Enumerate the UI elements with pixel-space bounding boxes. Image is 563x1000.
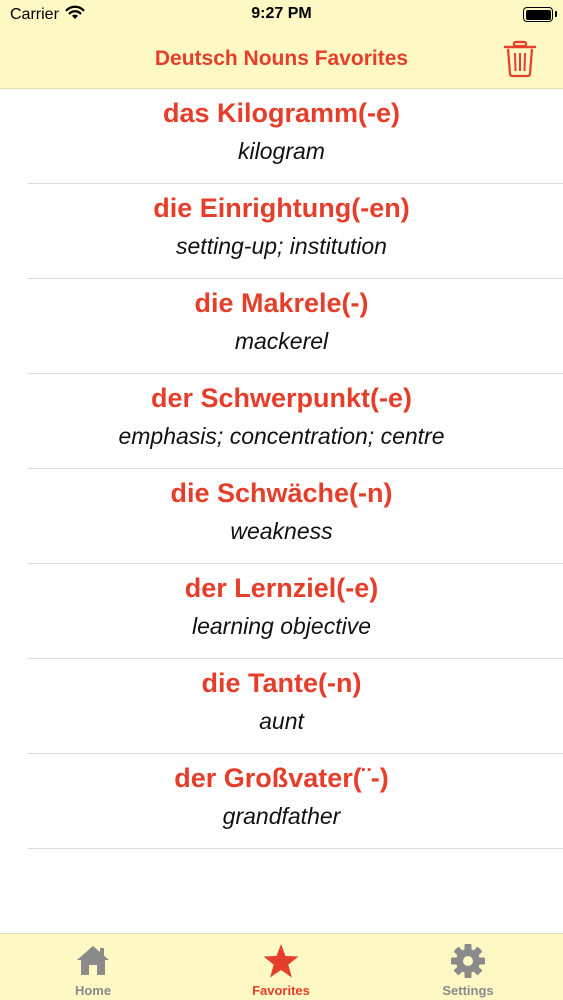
noun-term: der Schwerpunkt(-e) [150, 383, 413, 413]
tab-settings-label: Settings [442, 983, 494, 998]
battery-level [525, 9, 551, 20]
noun-term: der Lernziel(-e) [184, 573, 379, 603]
noun-term: die Schwäche(-n) [170, 478, 393, 508]
list-item[interactable]: die Einrightung(-en) setting-up; institu… [0, 184, 563, 279]
trash-icon [503, 40, 537, 82]
noun-term: die Tante(-n) [201, 668, 362, 698]
list-item[interactable]: der Schwerpunkt(-e) emphasis; concentrat… [0, 374, 563, 469]
favorites-screen: Carrier 9:27 PM Deutsch Nouns Favorites [0, 0, 563, 1000]
list-item[interactable]: der Lernziel(-e) learning objective [0, 564, 563, 659]
tab-favorites[interactable]: Favorites [211, 934, 351, 1000]
navigation-bar: Deutsch Nouns Favorites [0, 30, 563, 89]
list-item[interactable]: das Kilogramm(-e) kilogram [0, 89, 563, 184]
list-item[interactable]: die Makrele(-) mackerel [0, 279, 563, 374]
noun-term: das Kilogramm(-e) [162, 98, 401, 128]
tab-bar: Home Favorites Settings [0, 933, 563, 1000]
battery-tip [555, 11, 557, 17]
list-item[interactable]: der Großvater(¨-) grandfather [0, 754, 563, 849]
list-item[interactable]: die Tante(-n) aunt [0, 659, 563, 754]
noun-translation: emphasis; concentration; centre [118, 423, 445, 449]
battery-icon [523, 7, 553, 22]
tab-favorites-label: Favorites [252, 983, 310, 998]
noun-translation: weakness [230, 518, 333, 544]
gear-icon [450, 943, 486, 984]
noun-term: die Einrightung(-en) [153, 193, 410, 223]
status-time: 9:27 PM [251, 5, 312, 22]
noun-term: die Makrele(-) [194, 288, 369, 318]
noun-translation: setting-up; institution [176, 233, 387, 259]
tab-home-label: Home [74, 983, 112, 998]
noun-translation: aunt [259, 708, 304, 734]
tab-settings[interactable]: Settings [398, 934, 538, 1000]
favorites-list: das Kilogramm(-e) kilogram die Einrightu… [0, 89, 563, 849]
noun-translation: learning objective [191, 613, 371, 639]
status-bar: Carrier 9:27 PM [0, 0, 563, 30]
page-title: Deutsch Nouns Favorites [154, 47, 409, 70]
home-icon [75, 943, 111, 982]
noun-term: der Großvater(¨-) [174, 763, 389, 793]
noun-translation: kilogram [238, 138, 325, 164]
delete-all-button[interactable] [503, 40, 537, 78]
list-item[interactable]: die Schwäche(-n) weakness [0, 469, 563, 564]
noun-translation: grandfather [222, 803, 341, 829]
noun-translation: mackerel [234, 328, 329, 354]
star-icon [262, 943, 300, 984]
tab-home[interactable]: Home [23, 934, 163, 1000]
